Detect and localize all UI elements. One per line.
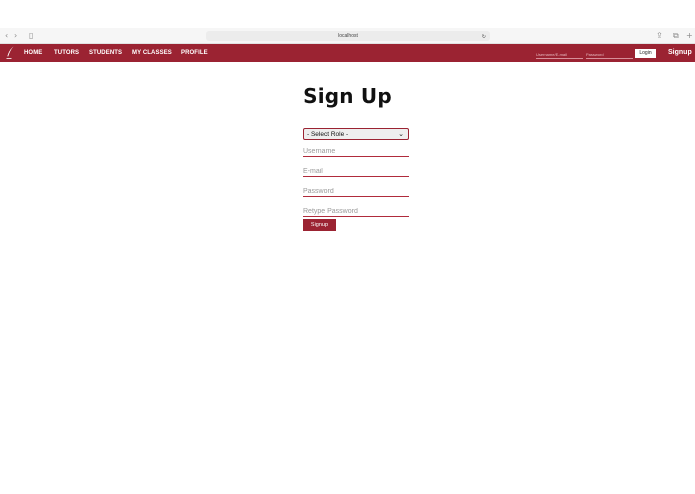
role-select-value: - Select Role - — [307, 131, 349, 138]
login-password-input[interactable] — [586, 51, 633, 59]
nav-link-my-classes[interactable]: MY CLASSES — [132, 44, 172, 62]
new-tab-icon[interactable]: + — [686, 31, 693, 41]
address-bar[interactable]: localhost ↻ — [206, 31, 490, 41]
role-select[interactable]: - Select Role - ⌄ — [303, 128, 409, 140]
page-title: Sign Up — [303, 84, 392, 108]
navbar: HOME TUTORS STUDENTS MY CLASSES PROFILE … — [0, 44, 695, 62]
nav-link-profile[interactable]: PROFILE — [181, 44, 208, 62]
username-field[interactable] — [303, 147, 409, 157]
nav-link-home[interactable]: HOME — [24, 44, 42, 62]
signup-submit-button[interactable]: Signup — [303, 219, 336, 231]
quill-logo-icon[interactable] — [5, 46, 15, 60]
login-username-input[interactable] — [536, 51, 583, 59]
nav-link-students[interactable]: STUDENTS — [89, 44, 122, 62]
retype-password-field[interactable] — [303, 207, 409, 217]
browser-toolbar: ‹ › ▯ localhost ↻ ⇪ ⧉ + — [0, 28, 695, 44]
login-button[interactable]: Login — [635, 49, 656, 58]
address-text: localhost — [338, 33, 358, 39]
nav-link-tutors[interactable]: TUTORS — [54, 44, 79, 62]
reload-icon[interactable]: ↻ — [482, 32, 486, 42]
password-field[interactable] — [303, 187, 409, 197]
forward-icon[interactable]: › — [14, 31, 17, 41]
back-icon[interactable]: ‹ — [5, 31, 8, 41]
email-field[interactable] — [303, 167, 409, 177]
sidebar-icon[interactable]: ▯ — [29, 31, 33, 41]
share-icon[interactable]: ⇪ — [656, 31, 663, 41]
tabs-icon[interactable]: ⧉ — [673, 31, 679, 41]
nav-signup-link[interactable]: Signup — [668, 44, 692, 62]
chevron-down-icon: ⌄ — [398, 131, 404, 138]
